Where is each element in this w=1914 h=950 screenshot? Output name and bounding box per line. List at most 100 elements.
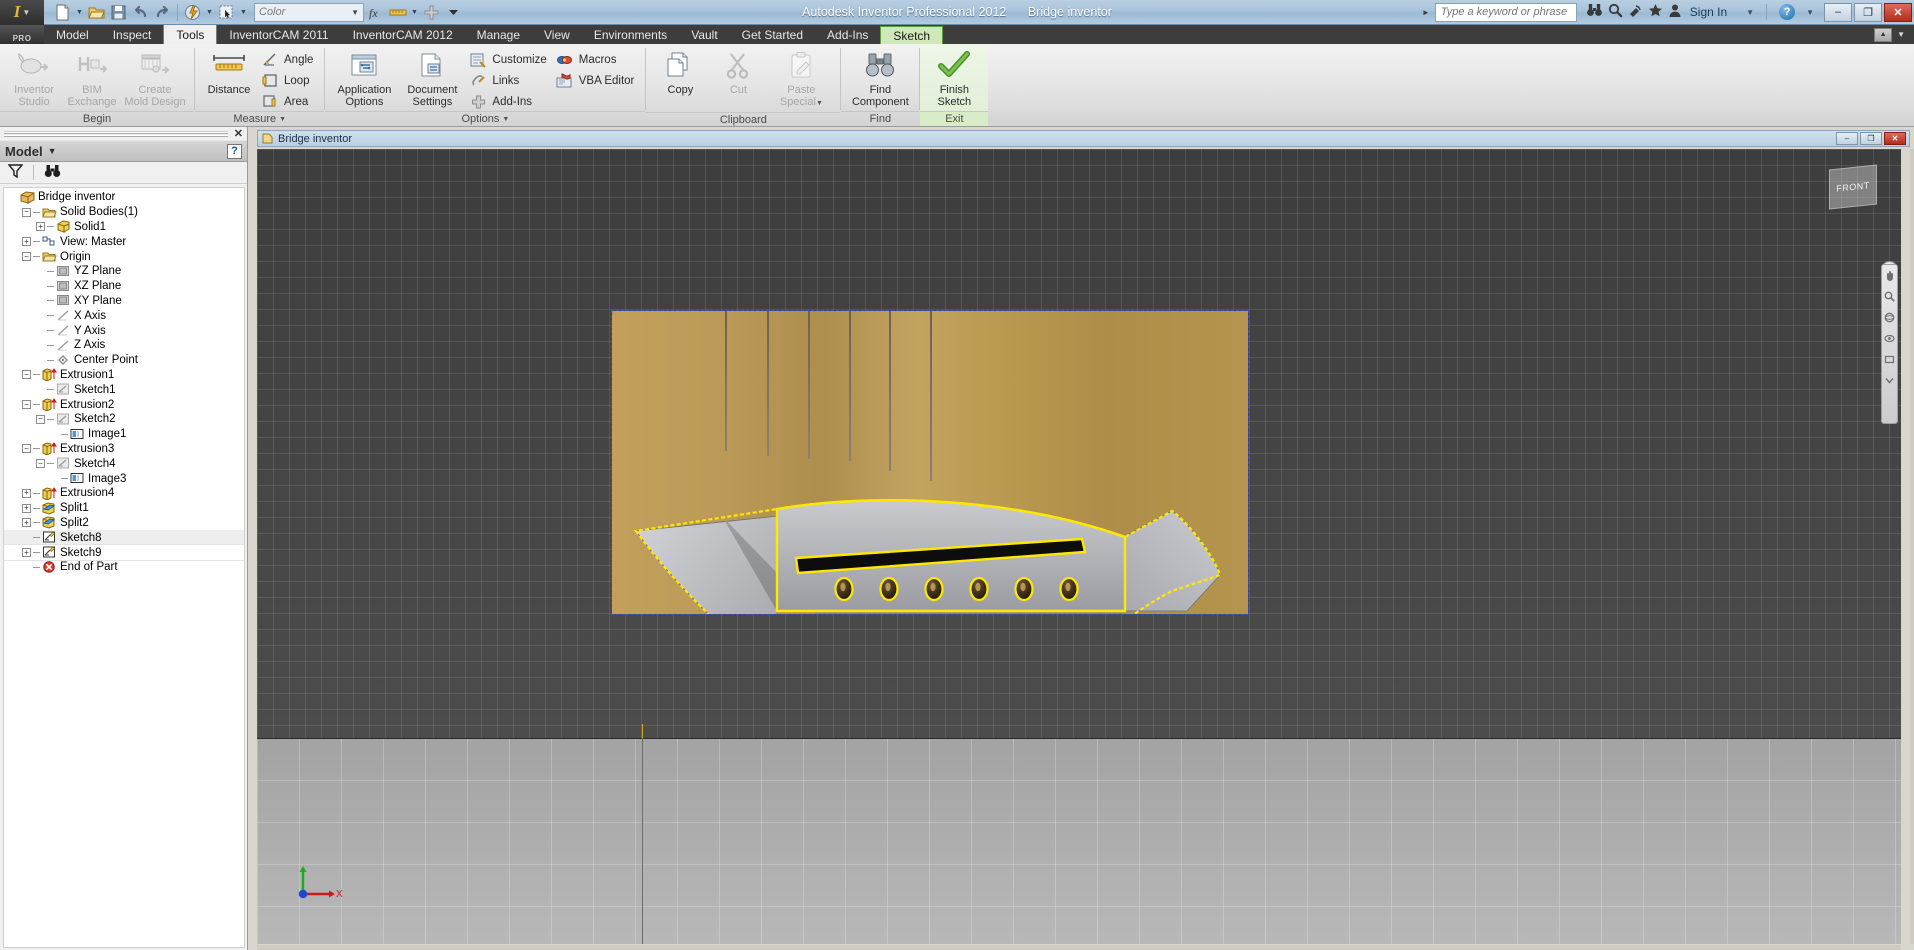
chevron-down-icon[interactable]: ▼ <box>502 116 509 123</box>
orbit-icon[interactable] <box>1883 311 1896 324</box>
tree-item-end-of-part[interactable]: End of Part <box>4 560 244 575</box>
sketch-image-plane[interactable] <box>611 310 1249 615</box>
chevron-down-icon[interactable]: ▼ <box>204 2 215 23</box>
doc-close-button[interactable]: ✕ <box>1884 132 1906 145</box>
tab-add-ins[interactable]: Add-Ins <box>815 25 880 44</box>
customize-button[interactable]: Customize <box>467 50 551 69</box>
tab-model[interactable]: Model <box>44 25 101 44</box>
chevron-down-icon[interactable] <box>1883 374 1896 387</box>
tree-expand-icon[interactable]: + <box>36 222 45 232</box>
customize-qat-icon[interactable] <box>443 2 464 23</box>
tab-view[interactable]: View <box>532 25 582 44</box>
tree-collapse-icon[interactable]: − <box>22 370 31 380</box>
viewport-vertical-scrollbar[interactable] <box>1910 149 1914 944</box>
find-component-button[interactable]: Find Component <box>847 47 913 110</box>
copy-button[interactable]: Copy <box>652 47 708 98</box>
tab-get-started[interactable]: Get Started <box>730 25 815 44</box>
tree-expand-icon[interactable]: + <box>22 237 31 247</box>
macros-button[interactable]: Macros <box>554 50 640 69</box>
add-ins-button[interactable]: Add-Ins <box>467 92 551 111</box>
open-file-icon[interactable] <box>86 2 107 23</box>
find-binoculars-icon[interactable] <box>44 164 61 181</box>
tree-collapse-icon[interactable]: − <box>22 444 31 454</box>
links-button[interactable]: Links <box>467 71 551 90</box>
satellite-dish-icon[interactable] <box>1628 3 1643 21</box>
tab-environments[interactable]: Environments <box>582 25 679 44</box>
tree-item-solid1[interactable]: + Solid1 <box>4 220 244 235</box>
tree-collapse-icon[interactable]: − <box>22 400 31 410</box>
close-button[interactable]: ✕ <box>1884 2 1912 22</box>
finish-sketch-button[interactable]: Finish Sketch <box>926 47 982 110</box>
restore-button[interactable]: ❐ <box>1854 2 1882 22</box>
bim-exchange-button[interactable]: BIM Exchange <box>64 47 120 110</box>
new-file-icon[interactable] <box>52 2 73 23</box>
tree-item-sketch8[interactable]: Sketch8 <box>4 530 244 546</box>
help-icon[interactable]: ? <box>1779 4 1796 20</box>
undo-icon[interactable] <box>130 2 151 23</box>
create-mold-design-button[interactable]: Create Mold Design <box>122 47 188 110</box>
tab-inventorcam-2011[interactable]: InventorCAM 2011 <box>217 25 340 44</box>
tree-item-bridge-inventor[interactable]: Bridge inventor <box>4 190 244 205</box>
chevron-down-icon[interactable]: ▼ <box>1800 8 1820 17</box>
measure-area-button[interactable]: Area <box>259 92 318 111</box>
cut-button[interactable]: Cut <box>710 47 766 98</box>
select-mode-icon[interactable] <box>216 2 237 23</box>
tree-item-center-point[interactable]: Center Point <box>4 353 244 368</box>
search-binoculars-icon[interactable] <box>1586 3 1603 21</box>
tree-expand-icon[interactable]: + <box>22 518 31 528</box>
tree-expand-icon[interactable]: + <box>22 548 31 558</box>
chevron-right-icon[interactable]: ► <box>1417 8 1435 17</box>
tab-inspect[interactable]: Inspect <box>101 25 164 44</box>
tab-sketch[interactable]: Sketch <box>880 26 944 45</box>
tree-item-yz-plane[interactable]: YZ Plane <box>4 264 244 279</box>
tree-expand-icon[interactable]: + <box>22 488 31 498</box>
tree-item-split1[interactable]: + Split1 <box>4 501 244 516</box>
chevron-down-icon[interactable]: ▼ <box>409 2 420 23</box>
tree-item-origin[interactable]: − Origin <box>4 249 244 264</box>
tree-item-sketch4[interactable]: − Sketch4 <box>4 456 244 471</box>
chevron-down-icon[interactable]: ▼ <box>1894 30 1908 39</box>
pan-hand-icon[interactable] <box>1883 269 1896 282</box>
measure-ruler-icon[interactable] <box>387 2 408 23</box>
zoom-icon[interactable] <box>1883 290 1896 303</box>
view-cube[interactable]: FRONT <box>1829 164 1877 210</box>
tree-item-view-master[interactable]: + View: Master <box>4 234 244 249</box>
tree-collapse-icon[interactable]: − <box>22 207 31 217</box>
search-magnifier-icon[interactable] <box>1608 3 1623 21</box>
tree-collapse-icon[interactable]: − <box>36 459 45 469</box>
application-menu-button[interactable]: I ▼ <box>0 0 44 25</box>
inventor-studio-button[interactable]: Inventor Studio <box>6 47 62 110</box>
tree-item-solid-bodies-1[interactable]: − Solid Bodies(1) <box>4 205 244 220</box>
tree-item-y-axis[interactable]: Y Axis <box>4 323 244 338</box>
tree-item-extrusion3[interactable]: − Extrusion3 <box>4 442 244 457</box>
tree-item-image1[interactable]: Image1 <box>4 427 244 442</box>
search-input-wrapper[interactable] <box>1434 2 1577 22</box>
measure-distance-button[interactable]: Distance <box>201 47 257 98</box>
tree-collapse-icon[interactable]: − <box>22 252 31 262</box>
help-icon[interactable]: ? <box>227 143 242 159</box>
doc-minimize-button[interactable]: – <box>1836 132 1858 145</box>
tree-item-split2[interactable]: + Split2 <box>4 516 244 531</box>
document-settings-button[interactable]: Document Settings <box>399 47 465 110</box>
view-face-icon[interactable] <box>1883 353 1896 366</box>
3d-viewport-canvas[interactable]: FRONT X <box>257 149 1901 944</box>
tab-manage[interactable]: Manage <box>465 25 532 44</box>
tree-item-extrusion2[interactable]: − Extrusion2 <box>4 397 244 412</box>
tab-tools[interactable]: Tools <box>163 25 218 44</box>
paste-special-button[interactable]: Paste Special▼ <box>768 47 834 112</box>
redo-icon[interactable] <box>152 2 173 23</box>
tree-item-image3[interactable]: Image3 <box>4 471 244 486</box>
tree-item-sketch1[interactable]: Sketch1 <box>4 382 244 397</box>
chevron-down-icon[interactable]: ▼ <box>74 2 85 23</box>
application-options-button[interactable]: Application Options <box>331 47 397 110</box>
tree-expand-icon[interactable]: + <box>22 503 31 513</box>
model-tree[interactable]: Bridge inventor − Solid Bodies(1) + Solid1 + V… <box>3 187 245 948</box>
tree-collapse-icon[interactable]: − <box>36 414 45 424</box>
tree-item-extrusion1[interactable]: − Extrusion1 <box>4 368 244 383</box>
browser-drag-grip[interactable]: ✕ <box>0 127 247 140</box>
tree-item-z-axis[interactable]: Z Axis <box>4 338 244 353</box>
minimize-button[interactable]: – <box>1824 2 1852 22</box>
tree-item-extrusion4[interactable]: + Extrusion4 <box>4 486 244 501</box>
search-input[interactable] <box>1440 6 1571 18</box>
update-icon[interactable] <box>182 2 203 23</box>
